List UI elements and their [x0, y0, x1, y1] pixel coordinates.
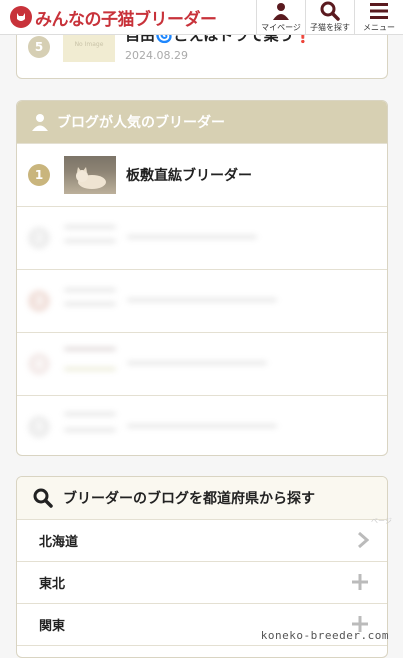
ranking-row[interactable]: 2 — [17, 206, 387, 269]
region-hokkaido[interactable]: 北海道 — [17, 520, 387, 562]
side-tag: ページ — [371, 517, 392, 525]
blog-ranking-card: ブログが人気のブリーダー 1 板敷直紘ブリーダー 2 3 4 5 — [16, 100, 388, 456]
blog-ranking-title: ブログが人気のブリーダー — [57, 115, 225, 131]
prefecture-search-header: ブリーダーのブログを都道府県から探す — [17, 477, 387, 520]
chevron-right-icon — [357, 531, 370, 553]
site-watermark: koneko-breeder.com — [260, 629, 389, 642]
search-icon — [33, 488, 53, 508]
logo-text: みんなの子猫ブリーダー — [35, 9, 217, 30]
menu-button[interactable]: メニュー — [354, 0, 403, 34]
menu-icon — [369, 1, 389, 21]
site-logo[interactable]: みんなの子猫ブリーダー — [10, 4, 217, 30]
person-icon — [31, 113, 49, 131]
region-label: 関東 — [39, 619, 66, 634]
rank-badge: 1 — [28, 164, 50, 186]
menu-label: メニュー — [363, 23, 395, 32]
find-kitten-label: 子猫を探す — [310, 23, 350, 32]
region-label: 東北 — [39, 577, 66, 592]
breeder-thumbnail — [64, 156, 116, 194]
ranking-row[interactable]: 3 — [17, 269, 387, 332]
ranking-row[interactable]: 5 — [17, 395, 387, 455]
post-date: 2024.08.29 — [125, 49, 188, 62]
mypage-label: マイページ — [261, 23, 301, 32]
find-kitten-button[interactable]: 子猫を探す — [305, 0, 354, 34]
cat-logo-icon — [10, 6, 32, 28]
rank-badge: 5 — [28, 416, 50, 438]
rank-badge: 2 — [28, 227, 50, 249]
rank-badge: 4 — [28, 353, 50, 375]
blog-ranking-header: ブログが人気のブリーダー — [17, 101, 387, 143]
plus-icon[interactable] — [351, 573, 369, 595]
search-icon — [320, 1, 340, 21]
region-tohoku[interactable]: 東北 — [17, 562, 387, 604]
ranking-row[interactable]: 1 板敷直紘ブリーダー — [17, 143, 387, 206]
prefecture-search-title: ブリーダーのブログを都道府県から探す — [63, 491, 315, 507]
rank-badge: 5 — [28, 36, 50, 58]
ranking-row[interactable]: 4 — [17, 332, 387, 395]
breeder-name: 板敷直紘ブリーダー — [126, 168, 252, 184]
user-icon — [272, 1, 290, 21]
site-header: みんなの子猫ブリーダー マイページ 子猫を探す メニュー — [0, 0, 403, 35]
rank-badge: 3 — [28, 290, 50, 312]
region-label: 北海道 — [39, 535, 79, 550]
mypage-button[interactable]: マイページ — [256, 0, 305, 34]
